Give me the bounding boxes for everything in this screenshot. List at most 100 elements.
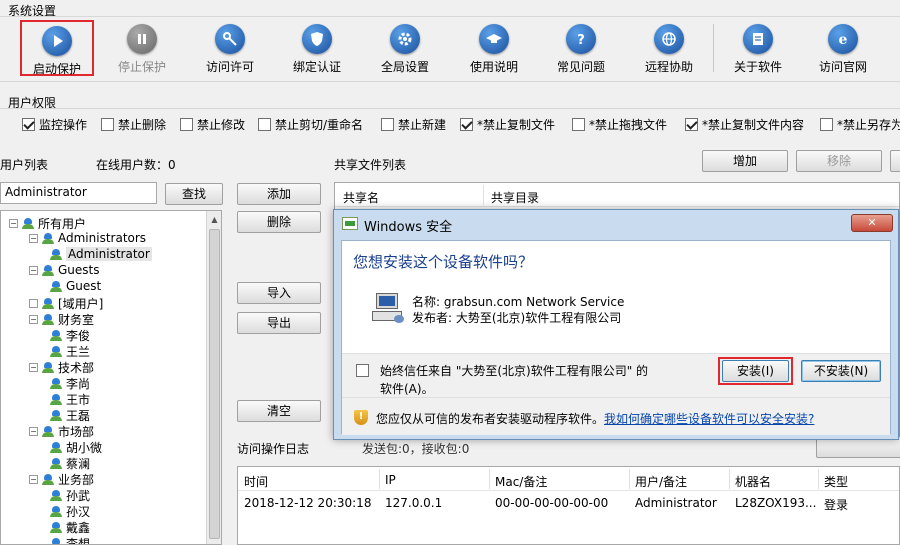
dialog-close-button[interactable]: ✕: [851, 214, 893, 232]
permission-checkbox[interactable]: [258, 118, 271, 131]
user-icon: [49, 521, 63, 534]
dialog-titlebar[interactable]: Windows 安全 ✕: [334, 210, 898, 238]
tree-group-node[interactable]: − 所有用户: [9, 215, 86, 232]
tree-user-node[interactable]: 胡小微: [49, 439, 102, 456]
permission-option[interactable]: 禁止删除: [101, 116, 166, 133]
permission-checkbox[interactable]: [180, 118, 193, 131]
driver-publisher: 发布者: 大势至(北京)软件工程有限公司: [412, 311, 622, 325]
permission-option[interactable]: *禁止拖拽文件: [572, 116, 667, 133]
always-trust-label-1[interactable]: 始终信任来自 "大势至(北京)软件工程有限公司" 的: [380, 362, 648, 379]
remove-share-button[interactable]: 移除: [796, 150, 882, 172]
permission-option[interactable]: 禁止剪切/重命名: [258, 116, 363, 133]
log-column-header[interactable]: 类型: [824, 473, 848, 490]
toolbar-button-question[interactable]: ? 常见问题: [544, 20, 618, 76]
always-trust-checkbox[interactable]: [356, 364, 369, 377]
permission-checkbox[interactable]: [22, 118, 35, 131]
tree-scrollbar[interactable]: ▲: [206, 211, 221, 544]
toolbar-button-shield[interactable]: 绑定认证: [280, 20, 354, 76]
network-dot: [394, 315, 404, 323]
permission-checkbox[interactable]: [460, 118, 473, 131]
toolbar-button-pause[interactable]: 停止保护: [105, 20, 179, 76]
permission-checkbox[interactable]: [101, 118, 114, 131]
toolbar-button-key[interactable]: 访问许可: [193, 20, 267, 76]
permission-checkbox[interactable]: [820, 118, 833, 131]
tree-user-node[interactable]: 李俊: [49, 327, 90, 344]
user-tree[interactable]: − 所有用户 − Administrators Administrator − Guests…: [0, 210, 222, 545]
tree-group-node[interactable]: [域用户]: [29, 295, 103, 312]
tree-user-node[interactable]: 孙汉: [49, 503, 90, 520]
delete-user-button[interactable]: 删除: [237, 211, 321, 233]
tree-group-node[interactable]: − 业务部: [29, 471, 94, 488]
permission-option[interactable]: *禁止另存为: [820, 116, 900, 133]
permission-option[interactable]: *禁止复制文件内容: [685, 116, 804, 133]
tree-user-node[interactable]: 孙武: [49, 487, 90, 504]
toolbar-button-document[interactable]: 关于软件: [721, 20, 795, 76]
column-share-dir[interactable]: 共享目录: [491, 189, 539, 206]
toolbar-button-graduation-cap[interactable]: 使用说明: [457, 20, 531, 76]
tree-user-node[interactable]: 李尚: [49, 375, 90, 392]
clear-button[interactable]: 清空: [237, 400, 321, 422]
play-icon: [42, 26, 72, 56]
log-column-header[interactable]: IP: [385, 473, 396, 487]
tree-toggle[interactable]: [29, 299, 38, 308]
add-share-button[interactable]: 增加: [702, 150, 788, 172]
column-share-name[interactable]: 共享名: [343, 189, 379, 206]
tree-node-label: 王磊: [66, 409, 91, 423]
table-row[interactable]: 2018-12-12 20:30:18 127.0.0.1 00-00-00-00-…: [238, 493, 899, 512]
user-icon: [49, 329, 63, 342]
permission-checkbox[interactable]: [685, 118, 698, 131]
tree-toggle[interactable]: −: [29, 315, 38, 324]
tree-toggle[interactable]: −: [29, 265, 38, 275]
permission-label: 监控操作: [39, 118, 88, 132]
tree-user-node[interactable]: 王市: [49, 391, 90, 408]
permission-checkbox[interactable]: [381, 118, 394, 131]
install-button[interactable]: 安装(I): [722, 360, 789, 382]
toolbar-button-ie[interactable]: e 访问官网: [806, 20, 880, 76]
tree-toggle[interactable]: −: [9, 219, 18, 228]
log-column-header[interactable]: 机器名: [735, 473, 771, 490]
tree-toggle[interactable]: −: [29, 475, 38, 484]
tree-user-node[interactable]: 李想: [49, 535, 90, 544]
log-column-header[interactable]: 时间: [244, 473, 268, 490]
permission-option[interactable]: 监控操作: [22, 116, 87, 133]
tree-toggle[interactable]: −: [29, 427, 38, 436]
user-search-input[interactable]: Administrator: [0, 182, 157, 204]
tree-user-node[interactable]: 蔡澜: [49, 455, 90, 472]
tree-group-node[interactable]: − Guests: [29, 263, 100, 277]
user-icon: [49, 280, 63, 293]
permission-option[interactable]: *禁止复制文件: [460, 116, 555, 133]
toolbar-button-globe[interactable]: 远程协助: [632, 20, 706, 76]
permission-checkbox[interactable]: [572, 118, 585, 131]
toolbar-button-play[interactable]: 启动保护: [20, 20, 94, 76]
windows-security-dialog[interactable]: Windows 安全 ✕ 您想安装这个设备软件吗？ 名称: grabsun.co…: [333, 209, 899, 440]
permission-option[interactable]: 禁止修改: [180, 116, 245, 133]
tree-toggle[interactable]: −: [29, 233, 38, 243]
add-user-button[interactable]: 添加: [237, 183, 321, 205]
scroll-up-icon[interactable]: ▲: [209, 215, 220, 225]
tree-user-node[interactable]: Guest: [49, 279, 101, 293]
tree-group-node[interactable]: − 财务室: [29, 311, 94, 328]
tree-group-node[interactable]: − Administrators: [29, 231, 146, 245]
toolbar-button-gear[interactable]: 全局设置: [368, 20, 442, 76]
safe-install-help-link[interactable]: 我如何确定哪些设备软件可以安全安装?: [604, 410, 814, 427]
scroll-thumb[interactable]: [209, 229, 220, 539]
dialog-app-icon: [342, 217, 358, 230]
tree-toggle[interactable]: −: [29, 363, 38, 372]
tree-user-node[interactable]: Administrator: [49, 247, 152, 261]
log-column-header[interactable]: Mac/备注: [495, 473, 547, 490]
export-button[interactable]: 导出: [237, 312, 321, 334]
access-log-table[interactable]: 时间 IP Mac/备注 用户/备注 机器名 类型 2018-12-12 20:30:18…: [237, 466, 900, 545]
search-button[interactable]: 查找: [165, 183, 223, 205]
tree-user-node[interactable]: 王兰: [49, 343, 90, 360]
always-trust-label-2[interactable]: 软件(A)。: [380, 380, 434, 397]
tree-group-node[interactable]: − 技术部: [29, 359, 94, 376]
log-column-header[interactable]: 用户/备注: [635, 473, 687, 490]
more-share-button[interactable]: [890, 150, 900, 172]
tree-user-node[interactable]: 戴鑫: [49, 519, 90, 536]
permission-option[interactable]: 禁止新建: [381, 116, 446, 133]
log-cell: 登录: [824, 498, 849, 512]
import-button[interactable]: 导入: [237, 282, 321, 304]
tree-group-node[interactable]: − 市场部: [29, 423, 94, 440]
tree-user-node[interactable]: 王磊: [49, 407, 90, 424]
dont-install-button[interactable]: 不安装(N): [801, 360, 881, 382]
